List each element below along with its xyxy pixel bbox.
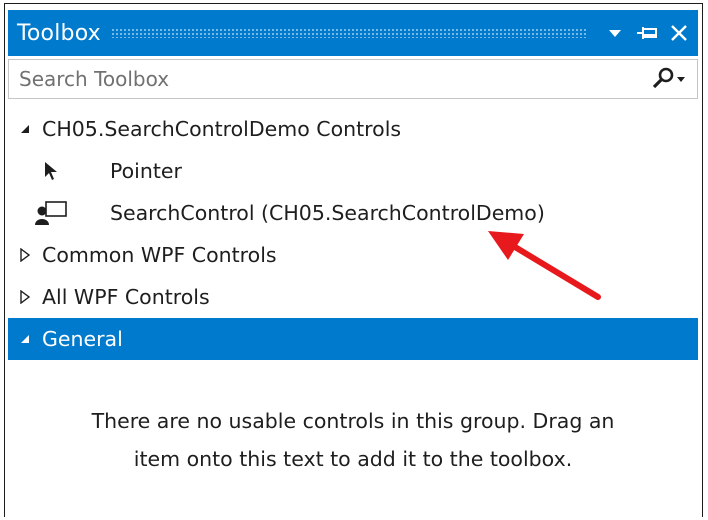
expand-triangle-icon[interactable]	[8, 248, 42, 262]
group-label: General	[42, 327, 123, 351]
window-position-dropdown-icon[interactable]	[602, 18, 628, 48]
collapse-triangle-icon[interactable]	[8, 123, 42, 135]
collapse-triangle-icon[interactable]	[8, 333, 42, 345]
group-label: All WPF Controls	[42, 285, 210, 309]
group-label: Common WPF Controls	[42, 243, 277, 267]
toolbox-item-pointer[interactable]: Pointer	[8, 150, 698, 192]
search-options-button[interactable]	[651, 67, 697, 91]
group-header-selected[interactable]: General	[8, 318, 698, 360]
toolbox-item-label: SearchControl (CH05.SearchControlDemo)	[110, 201, 545, 225]
toolbox-title-bar[interactable]: Toolbox	[8, 10, 698, 56]
expand-triangle-icon[interactable]	[8, 290, 42, 304]
window-title: Toolbox	[17, 20, 101, 46]
user-control-icon	[8, 200, 80, 226]
close-icon[interactable]	[666, 18, 692, 48]
search-icon	[652, 67, 685, 89]
search-input[interactable]	[9, 59, 651, 99]
pin-icon[interactable]	[634, 18, 660, 48]
annotation-arrow-icon	[488, 231, 601, 300]
search-box	[8, 59, 698, 99]
empty-message-line: There are no usable controls in this gro…	[91, 409, 615, 433]
group-header[interactable]: CH05.SearchControlDemo Controls	[8, 108, 698, 150]
empty-message-line: item onto this text to add it to the too…	[133, 447, 573, 471]
pointer-icon	[8, 161, 80, 181]
drag-grip[interactable]	[110, 28, 588, 38]
empty-group-message[interactable]: There are no usable controls in this gro…	[8, 402, 698, 478]
group-label: CH05.SearchControlDemo Controls	[42, 117, 402, 141]
toolbox-item-label: Pointer	[110, 159, 182, 183]
